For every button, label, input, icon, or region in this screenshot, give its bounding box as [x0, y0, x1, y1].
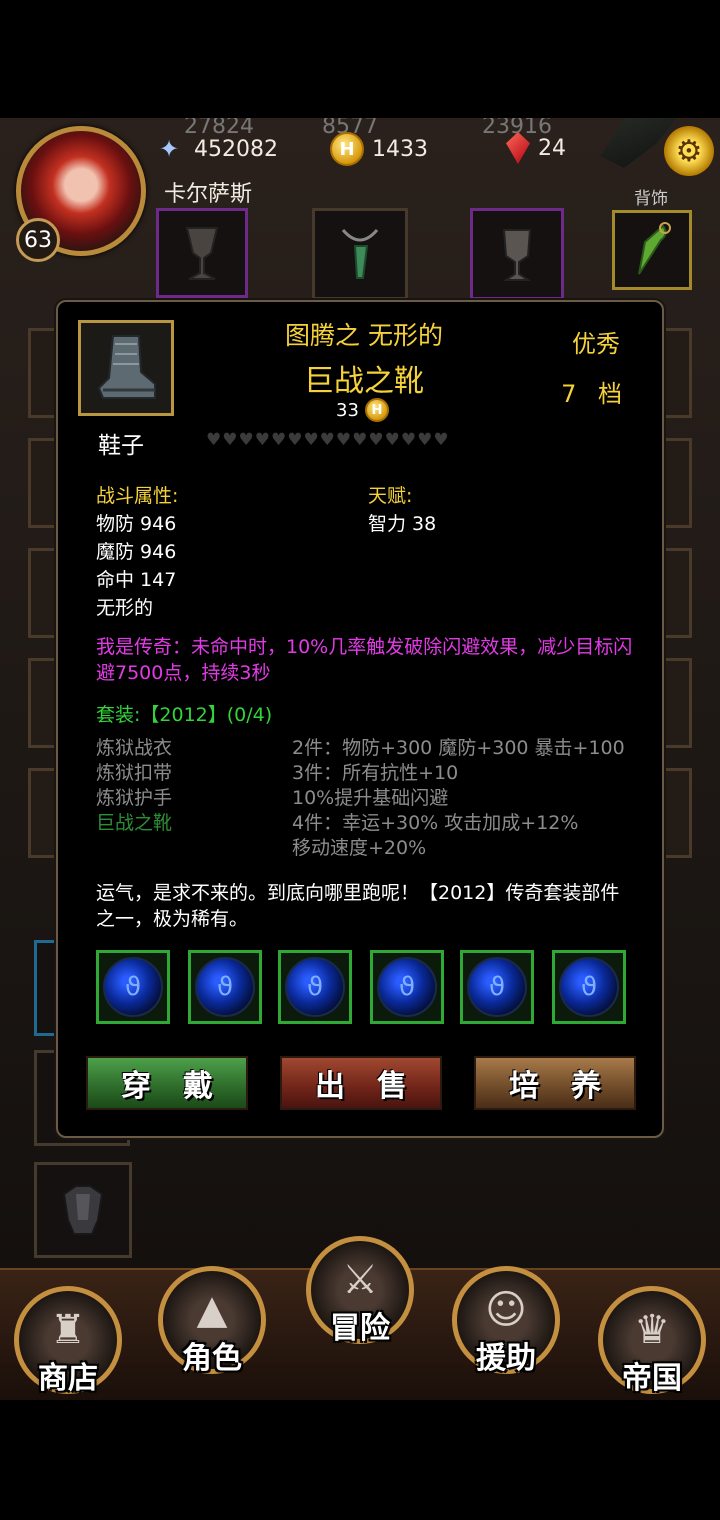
game-screen: 27824 8577 23916 ✦ 452082 H 1433 24 ⚙ 63…	[0, 118, 720, 1400]
set-bonus: 4件：幸运+30% 攻击加成+12%	[292, 812, 579, 834]
nav-assist[interactable]: ☺ 援助	[452, 1266, 560, 1376]
gem-socket-6[interactable]: ϑ	[552, 950, 626, 1024]
castle-icon: ♜	[50, 1307, 86, 1353]
attr-phys-def: 物防 946	[96, 513, 177, 535]
gem-display[interactable]: 24	[506, 132, 566, 164]
gold-value: 1433	[372, 136, 428, 162]
blue-orb-icon: ϑ	[195, 957, 255, 1017]
gold-coin-icon: H	[364, 398, 389, 422]
set-bonus-list: 2件：物防+300 魔防+300 暴击+100 3件：所有抗性+10 10%提升…	[292, 736, 625, 861]
equip-slot-chalice[interactable]	[470, 208, 564, 300]
set-piece-list: 炼狱战衣 炼狱扣带 炼狱护手 巨战之靴	[96, 736, 172, 836]
green-fang-icon	[638, 222, 671, 275]
attr-hit: 命中 147	[96, 569, 177, 591]
chest-armor-icon	[62, 1185, 104, 1235]
item-price: 33 H	[336, 398, 389, 422]
gem-socket-5[interactable]: ϑ	[460, 950, 534, 1024]
sell-button[interactable]: 出售	[280, 1056, 442, 1110]
blue-orb-icon: ϑ	[467, 957, 527, 1017]
item-quality: 优秀	[572, 330, 620, 358]
ally-girl-icon: ☺	[485, 1287, 527, 1333]
nav-character-label: 角色	[182, 1341, 242, 1376]
gold-coin-icon: H	[330, 132, 364, 166]
staff-icon: ✦	[158, 135, 180, 163]
amulet-icon	[341, 228, 379, 279]
gear-icon[interactable]: ⚙	[664, 126, 714, 176]
hooded-figure-icon: ▲	[196, 1287, 228, 1333]
nav-adventure[interactable]: ⚔ 冒险	[306, 1236, 414, 1346]
set-bonus: 3件：所有抗性+10	[292, 762, 459, 784]
train-button[interactable]: 培养	[474, 1056, 636, 1110]
item-title-name: 巨战之靴	[304, 364, 424, 399]
set-piece: 炼狱护手	[96, 787, 173, 809]
level-badge: 63	[16, 218, 60, 262]
bottom-nav: ♜ 商店 ▲ 角色 ⚔ 冒险 ☺ 援助 ♛ 帝国	[0, 1236, 720, 1400]
set-bonus: 10%提升基础闪避	[292, 787, 449, 809]
set-piece: 炼狱战衣	[96, 737, 173, 759]
red-gem-icon	[506, 132, 530, 164]
item-type: 鞋子	[98, 433, 144, 459]
set-bonus: 2件：物防+300 魔防+300 暴击+100	[292, 737, 625, 759]
crossed-swords-icon: ⚔	[342, 1257, 378, 1303]
legendary-effect: 我是传奇：未命中时，10%几率触发破除闪避效果，减少目标闪避7500点，持续3秒	[96, 636, 633, 684]
combat-attrs-title: 战斗属性:	[96, 485, 179, 507]
nav-empire-label: 帝国	[622, 1361, 682, 1396]
item-detail-popup: 鞋子 图腾之 无形的 巨战之靴 33 H 优秀 7 档 ♥♥♥♥♥♥♥♥♥♥♥♥…	[56, 300, 664, 1138]
equip-slot-back[interactable]	[612, 210, 692, 290]
boot-icon	[97, 335, 156, 399]
item-icon-frame	[78, 320, 174, 416]
set-title: 套装:【2012】(0/4)	[96, 704, 273, 726]
nav-empire[interactable]: ♛ 帝国	[598, 1286, 706, 1396]
attr-magic-def: 魔防 946	[96, 541, 177, 563]
set-bonus: 移动速度+20%	[292, 837, 427, 859]
heart-rating: ♥♥♥♥♥♥♥♥♥♥♥♥♥♥♥	[206, 430, 450, 450]
gem-socket-4[interactable]: ϑ	[370, 950, 444, 1024]
character-name: 卡尔萨斯	[164, 182, 253, 207]
gem-socket-1[interactable]: ϑ	[96, 950, 170, 1024]
talent-title: 天赋:	[368, 485, 413, 507]
chalice-icon	[502, 229, 532, 281]
gem-socket-3[interactable]: ϑ	[278, 950, 352, 1024]
set-piece-owned: 巨战之靴	[96, 812, 173, 834]
inventory-slot-armor[interactable]	[34, 1162, 132, 1258]
nav-assist-label: 援助	[476, 1341, 536, 1376]
nav-adventure-label: 冒险	[330, 1311, 390, 1346]
blue-orb-icon: ϑ	[285, 957, 345, 1017]
equip-slot-necklace[interactable]	[312, 208, 408, 300]
attr-formless: 无形的	[96, 597, 154, 619]
flavor-text: 运气，是求不来的。到底向哪里跑呢！【2012】传奇套装部件之一，极为稀有。	[96, 882, 620, 930]
goblet-icon	[185, 227, 219, 280]
power-value: 452082	[194, 136, 278, 162]
blue-orb-icon: ϑ	[103, 957, 163, 1017]
crown-icon: ♛	[634, 1307, 670, 1353]
item-grade: 7 档	[561, 380, 622, 408]
gold-display[interactable]: H 1433	[330, 132, 428, 166]
talent-intelligence: 智力 38	[368, 513, 437, 535]
blue-orb-icon: ϑ	[559, 957, 619, 1017]
nav-shop-label: 商店	[38, 1361, 98, 1396]
nav-shop[interactable]: ♜ 商店	[14, 1286, 122, 1396]
power-display: ✦ 452082	[152, 132, 278, 166]
wear-button[interactable]: 穿戴	[86, 1056, 248, 1110]
blue-orb-icon: ϑ	[377, 957, 437, 1017]
set-piece: 炼狱扣带	[96, 762, 173, 784]
item-price-value: 33	[336, 399, 359, 421]
gem-socket-2[interactable]: ϑ	[188, 950, 262, 1024]
back-slot-label: 背饰	[634, 189, 668, 209]
item-title-prefix: 图腾之 无形的	[285, 321, 443, 350]
equip-slot-cup[interactable]	[156, 208, 248, 298]
gem-value: 24	[538, 135, 566, 161]
nav-character[interactable]: ▲ 角色	[158, 1266, 266, 1376]
